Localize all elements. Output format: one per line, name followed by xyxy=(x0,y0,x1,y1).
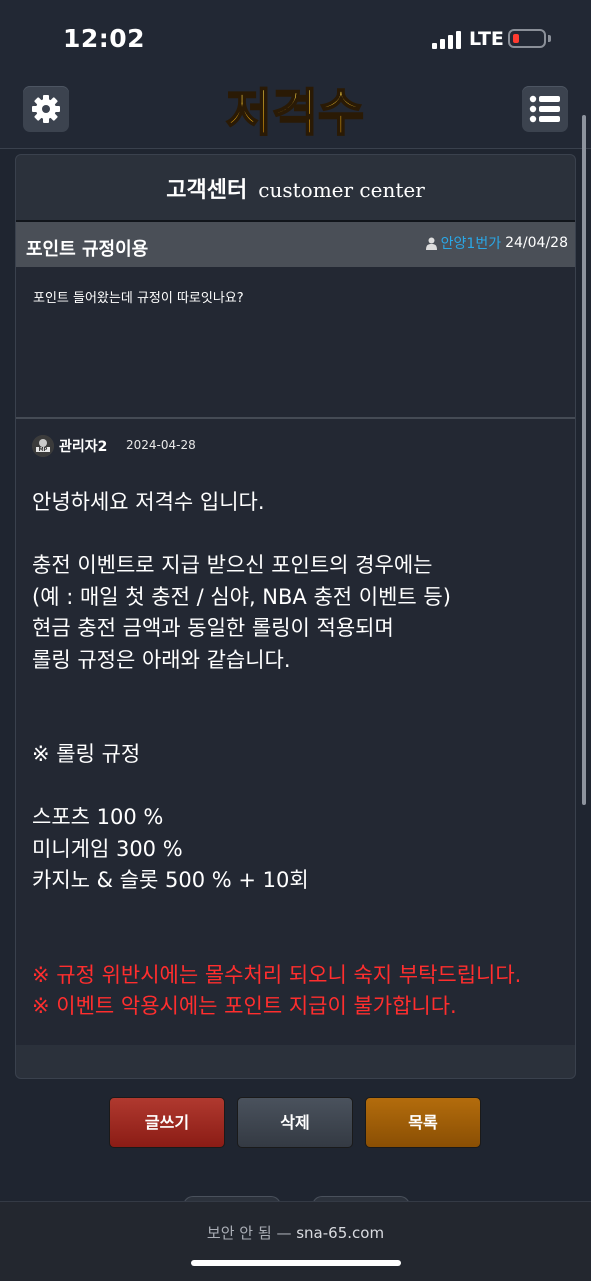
reply-line: 카지노 & 슬롯 500 % + 10회 xyxy=(32,868,309,892)
avatar: MP xyxy=(32,435,54,457)
page-title-korean: 고객센터 xyxy=(166,178,248,203)
reply-line xyxy=(32,897,521,929)
list-button[interactable]: 목록 xyxy=(365,1097,481,1148)
reply-date: 2024-04-28 xyxy=(126,438,196,452)
cellular-signal-icon xyxy=(432,31,462,49)
warning-line: ※ 이벤트 악용시에는 포인트 지급이 불가합니다. xyxy=(32,994,457,1018)
security-warning: 보안 안 됨 xyxy=(206,1224,272,1242)
user-icon xyxy=(425,237,437,250)
url-domain: sna-65.com xyxy=(296,1224,385,1242)
reply-line: 미니게임 300 % xyxy=(32,836,183,861)
page-title: 고객센터 customer center xyxy=(16,155,575,221)
url-display[interactable]: 보안 안 됨 — sna-65.com xyxy=(0,1222,591,1243)
menu-button[interactable] xyxy=(522,86,568,132)
write-button[interactable]: 글쓰기 xyxy=(109,1097,225,1148)
reply-line xyxy=(32,771,521,803)
reply-line: (예 : 매일 첫 충전 / 심야, NBA 충전 이벤트 등) xyxy=(32,584,451,609)
logo-text: 저격수 xyxy=(226,84,364,142)
post-header: 포인트 규정이용 안양1번가 24/04/28 xyxy=(16,220,575,269)
reply-author: 관리자2 xyxy=(59,439,108,455)
battery-tip xyxy=(548,35,551,42)
delete-button[interactable]: 삭제 xyxy=(237,1097,353,1148)
admin-reply: MP 관리자2 2024-04-28 안녕하세요 저격수 입니다. 충전 이벤트… xyxy=(16,419,575,1045)
status-time: 12:02 xyxy=(63,24,146,53)
post-date: 24/04/28 xyxy=(505,235,568,251)
app-header: 저격수 xyxy=(0,78,591,149)
page-title-english: customer center xyxy=(258,178,425,202)
site-logo[interactable]: 저격수 xyxy=(195,80,395,144)
reply-line xyxy=(32,928,521,960)
post-author[interactable]: 안양1번가 xyxy=(441,233,501,253)
battery-icon xyxy=(508,29,546,48)
reply-line xyxy=(32,676,521,708)
post-title: 포인트 규정이용 xyxy=(26,239,149,260)
svg-text:MP: MP xyxy=(39,447,48,453)
url-separator: — xyxy=(276,1224,292,1242)
reply-content: 안녕하세요 저격수 입니다. 충전 이벤트로 지급 받으신 포인트의 경우에는 … xyxy=(32,487,521,1023)
customer-center-panel: 고객센터 customer center 포인트 규정이용 안양1번가 24/0… xyxy=(15,154,576,1079)
post-body: 포인트 들어왔는데 규정이 따로잇나요? xyxy=(16,267,575,419)
reply-line: ※ 롤링 규정 xyxy=(32,742,141,766)
reply-line: 현금 충전 금액과 동일한 롤링이 적용되며 xyxy=(32,616,394,640)
reply-line: 충전 이벤트로 지급 받으신 포인트의 경우에는 xyxy=(32,553,433,577)
post-meta: 안양1번가 24/04/28 xyxy=(425,233,568,253)
home-indicator[interactable] xyxy=(191,1260,401,1266)
status-bar: 12:02 LTE xyxy=(0,0,591,78)
list-menu-icon xyxy=(529,95,560,123)
browser-address-bar[interactable]: 보안 안 됨 — sna-65.com xyxy=(0,1201,591,1281)
gear-icon xyxy=(32,95,60,123)
reply-line xyxy=(32,708,521,740)
warning-line: ※ 규정 위반시에는 몰수처리 되오니 숙지 부탁드립니다. xyxy=(32,962,522,987)
reply-line: 롤링 규정은 아래와 같습니다. xyxy=(32,647,291,672)
reply-line xyxy=(32,519,521,551)
network-type: LTE xyxy=(469,28,504,50)
reply-line: 안녕하세요 저격수 입니다. xyxy=(32,490,265,514)
settings-button[interactable] xyxy=(23,86,69,132)
page-scrollbar[interactable] xyxy=(582,115,586,805)
post-content: 포인트 들어왔는데 규정이 따로잇나요? xyxy=(33,291,244,306)
reply-line: 스포츠 100 % xyxy=(32,805,164,829)
